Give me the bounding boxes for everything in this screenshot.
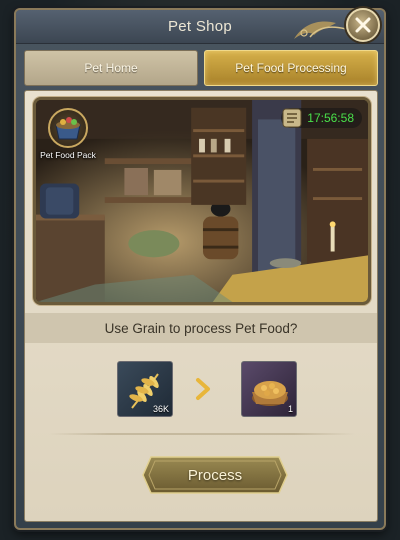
tab-pet-home[interactable]: Pet Home	[24, 50, 198, 86]
scroll-icon	[282, 108, 302, 128]
pet-shop-window: Pet Shop Pet Home Pet Food Processing Pe…	[14, 8, 386, 530]
output-item-slot[interactable]: 1	[241, 361, 297, 417]
pet-food-pack[interactable]: Pet Food Pack	[40, 108, 96, 160]
close-icon	[355, 17, 371, 33]
ornament-icon	[294, 21, 347, 39]
process-button-label: Process	[187, 466, 243, 484]
processing-panel: Pet Food Pack 17:56:58 Use Grain to proc…	[24, 90, 378, 522]
shop-scene: Pet Food Pack 17:56:58	[33, 97, 371, 305]
input-item-slot[interactable]: 36K	[117, 361, 173, 417]
prompt-text: Use Grain to process Pet Food?	[104, 320, 298, 336]
prompt-band: Use Grain to process Pet Food?	[25, 313, 377, 343]
title-bar: Pet Shop	[16, 8, 384, 44]
tab-pet-food-processing[interactable]: Pet Food Processing	[204, 50, 378, 86]
close-button[interactable]	[346, 8, 380, 42]
output-item-quantity: 1	[287, 404, 293, 414]
divider	[49, 433, 355, 435]
countdown-timer: 17:56:58	[281, 108, 362, 128]
conversion-row: 36K 1	[25, 353, 377, 423]
process-button[interactable]: Process	[141, 455, 289, 495]
tab-bar: Pet Home Pet Food Processing	[24, 50, 378, 86]
window-title: Pet Shop	[167, 18, 233, 35]
chevron-right-icon	[196, 378, 210, 400]
timer-text: 17:56:58	[307, 111, 354, 125]
pet-food-pack-icon	[48, 108, 88, 148]
pet-food-pack-label: Pet Food Pack	[40, 150, 96, 160]
input-item-quantity: 36K	[152, 404, 169, 414]
